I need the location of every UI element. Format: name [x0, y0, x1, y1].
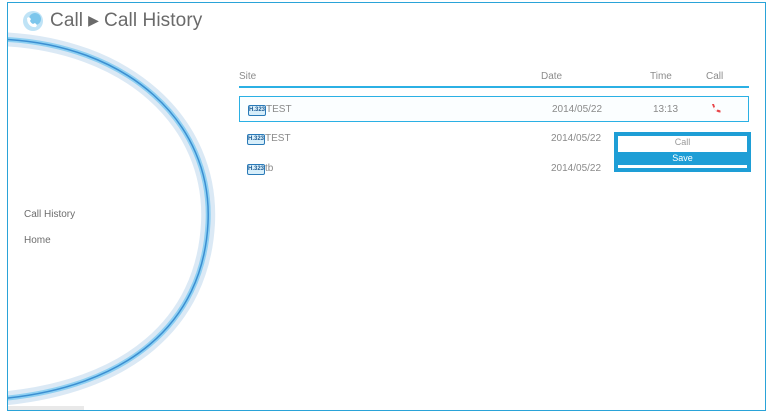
breadcrumb-arrow-icon: ▶	[88, 12, 100, 28]
time-cell: 13:13	[653, 104, 679, 115]
table-header-divider	[239, 86, 749, 88]
breadcrumb-section[interactable]: Call	[50, 10, 83, 32]
site-cell: TEST	[265, 133, 291, 144]
handset-call-icon[interactable]	[710, 103, 722, 115]
column-header-site: Site	[239, 71, 257, 82]
date-cell: 2014/05/22	[552, 104, 603, 115]
h323-badge-icon: H.323	[248, 105, 266, 116]
sidebar-item-call-history[interactable]: Call History	[24, 209, 75, 220]
h323-badge-icon: H.323	[247, 164, 265, 175]
bottom-tab-strip	[8, 406, 84, 410]
breadcrumb-page: Call History	[104, 10, 203, 31]
table-header: Site Date Time Call	[239, 69, 749, 87]
column-header-time: Time	[650, 71, 672, 82]
sidebar-arc-decoration	[8, 32, 216, 405]
h323-badge-icon: H.323	[247, 134, 265, 145]
row-context-menu: Call Save	[614, 132, 751, 172]
column-header-call: Call	[706, 71, 724, 82]
phone-bubble-icon	[23, 11, 43, 31]
sidebar-item-home[interactable]: Home	[24, 235, 51, 246]
breadcrumb: Call ▶ Call History	[50, 10, 202, 32]
table-row[interactable]: H.323 TEST 2014/05/22 13:13	[239, 96, 749, 122]
context-menu-save[interactable]: Save	[618, 152, 747, 165]
app-frame: Call ▶ Call History Call History Home Site…	[7, 2, 766, 411]
site-cell: tb	[265, 163, 274, 174]
page-header: Call ▶ Call History	[22, 8, 202, 34]
site-cell: TEST	[266, 104, 292, 115]
date-cell: 2014/05/22	[551, 163, 602, 174]
date-cell: 2014/05/22	[551, 133, 602, 144]
context-menu-call[interactable]: Call	[618, 136, 747, 149]
column-header-date: Date	[541, 71, 563, 82]
